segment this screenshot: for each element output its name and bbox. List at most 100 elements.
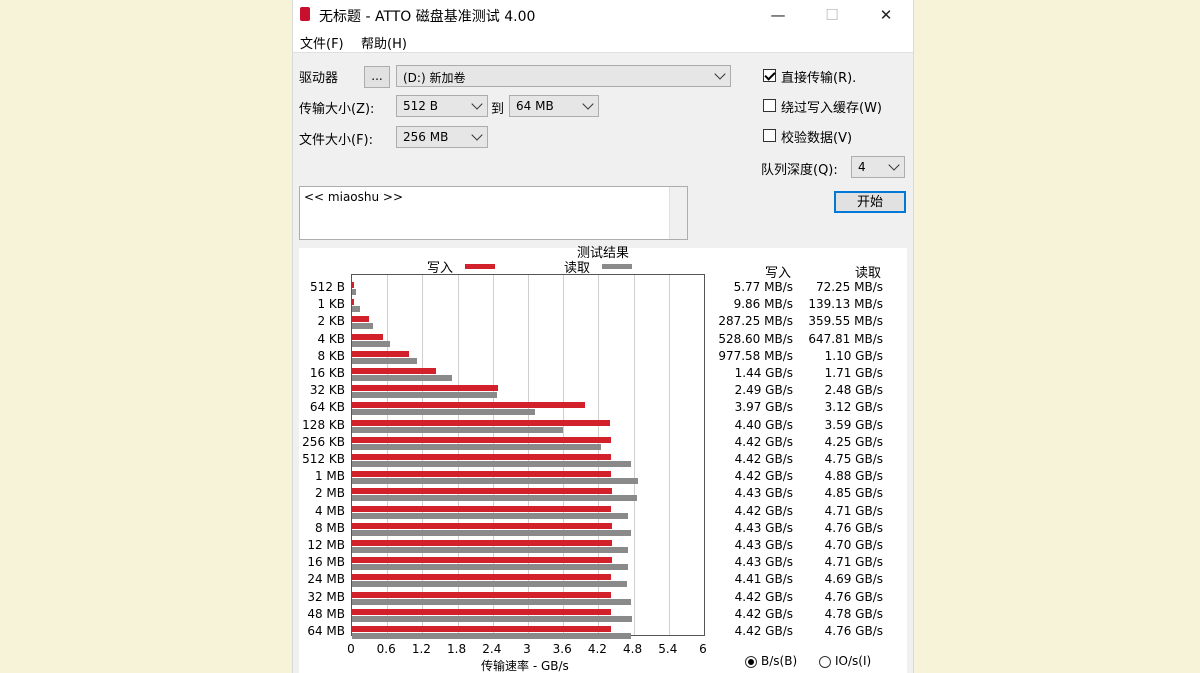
read-value: 4.75 GB/s — [824, 452, 883, 466]
write-bar — [352, 316, 369, 323]
drive-select[interactable]: (D:) 新加卷 — [396, 65, 731, 87]
drive-label: 驱动器 — [299, 71, 339, 86]
direct-io-checkbox[interactable] — [763, 69, 776, 82]
read-value: 4.76 GB/s — [824, 624, 883, 638]
minimize-button[interactable]: — — [763, 4, 793, 26]
menu-help[interactable]: 帮助(H) — [361, 33, 407, 52]
row-size-label: 2 KB — [317, 314, 345, 329]
row-size-label: 48 MB — [307, 606, 345, 621]
read-bar — [352, 289, 357, 295]
x-tick-label: 4.2 — [587, 642, 607, 656]
units-io-radio[interactable] — [819, 656, 831, 668]
write-value: 977.58 MB/s — [718, 348, 793, 363]
description-scrollbar[interactable] — [669, 187, 687, 239]
read-value: 4.70 GB/s — [824, 538, 883, 552]
read-bar — [352, 547, 628, 553]
read-value: 139.13 MB/s — [808, 297, 883, 312]
chevron-down-icon — [471, 98, 483, 110]
window-title: 无标题 - ATTO 磁盘基准测试 4.00 — [319, 9, 536, 25]
read-value: 4.88 GB/s — [824, 469, 883, 484]
menu-file[interactable]: 文件(F) — [300, 33, 344, 52]
read-bar — [352, 443, 602, 450]
read-value: 2.48 GB/s — [824, 383, 883, 398]
read-value: 4.71 GB/s — [824, 555, 883, 570]
row-size-label: 4 KB — [317, 331, 345, 346]
file-size-label: 文件大小(F): — [299, 133, 374, 148]
row-size-label: 32 MB — [307, 589, 345, 604]
x-tick-label: 6 — [699, 642, 707, 656]
x-tick-label: 2.4 — [482, 642, 502, 656]
bypass-cache-checkbox[interactable] — [763, 99, 776, 112]
bypass-cache-label: 绕过写入缓存(W) — [781, 101, 882, 116]
write-value: 5.77 MB/s — [733, 280, 793, 294]
to-label: 到 — [491, 102, 505, 117]
gridline — [633, 275, 635, 635]
write-value: 4.43 GB/s — [734, 555, 793, 570]
transfer-size-label: 传输大小(Z): — [299, 102, 375, 117]
write-value: 4.41 GB/s — [734, 572, 793, 587]
transfer-to-value: 64 MB — [516, 99, 554, 113]
units-bytes-radio[interactable] — [745, 656, 757, 668]
column-header-write: 写入 — [765, 266, 792, 281]
write-value: 4.42 GB/s — [734, 589, 793, 604]
x-tick-label: 0.6 — [376, 642, 396, 656]
queue-depth-select[interactable]: 4 — [851, 156, 905, 178]
maximize-button[interactable]: ☐ — [817, 4, 847, 26]
description-field[interactable]: << miaoshu >> — [299, 186, 688, 240]
write-bar — [352, 471, 612, 478]
write-value: 287.25 MB/s — [718, 314, 793, 329]
transfer-from-select[interactable]: 512 B — [396, 95, 488, 117]
read-value: 4.71 GB/s — [824, 503, 883, 518]
x-tick-label: 4.8 — [623, 642, 643, 656]
row-size-label: 8 KB — [317, 348, 345, 363]
write-bar — [352, 608, 612, 615]
write-value: 4.42 GB/s — [734, 606, 793, 621]
write-bar — [352, 402, 585, 409]
write-value: 1.44 GB/s — [734, 366, 793, 380]
transfer-to-select[interactable]: 64 MB — [509, 95, 599, 117]
verify-data-checkbox[interactable] — [763, 129, 776, 142]
x-tick-label: 1.2 — [411, 642, 431, 656]
write-bar — [352, 350, 410, 357]
row-size-label: 1 MB — [314, 469, 345, 484]
close-button[interactable]: ✕ — [871, 4, 901, 26]
read-bar — [352, 375, 453, 381]
read-value: 3.12 GB/s — [824, 400, 883, 415]
bar-chart — [351, 274, 705, 639]
read-bar — [352, 323, 374, 330]
read-value: 4.69 GB/s — [824, 572, 883, 587]
row-size-label: 4 MB — [314, 503, 345, 518]
row-size-label: 16 KB — [309, 366, 345, 380]
row-size-label: 128 KB — [302, 417, 345, 432]
row-size-label: 12 MB — [307, 538, 345, 552]
start-button[interactable]: 开始 — [834, 191, 906, 213]
queue-depth-value: 4 — [858, 160, 866, 174]
write-value: 2.49 GB/s — [734, 383, 793, 398]
read-bar — [352, 615, 633, 622]
browse-button[interactable]: ... — [364, 66, 390, 88]
read-value: 4.85 GB/s — [824, 486, 883, 501]
write-bar — [352, 540, 612, 546]
read-bar — [352, 512, 629, 519]
read-bar — [352, 478, 639, 485]
chevron-down-icon — [714, 68, 726, 80]
description-text: << miaoshu >> — [304, 190, 404, 204]
queue-depth-label: 队列深度(Q): — [761, 163, 838, 178]
row-size-label: 64 MB — [307, 624, 345, 638]
write-value: 9.86 MB/s — [733, 297, 793, 312]
read-value: 1.10 GB/s — [824, 348, 883, 363]
gridline — [668, 275, 670, 635]
read-bar — [352, 409, 536, 416]
read-value: 647.81 MB/s — [808, 331, 883, 346]
read-value: 72.25 MB/s — [815, 280, 883, 294]
title-bar: 无标题 - ATTO 磁盘基准测试 4.00 — ☐ ✕ — [293, 0, 913, 30]
write-value: 4.42 GB/s — [734, 469, 793, 484]
write-bar — [352, 574, 611, 581]
legend-write-swatch — [465, 264, 495, 269]
write-bar — [352, 419, 611, 426]
read-bar — [352, 529, 632, 536]
x-tick-label: 3.6 — [552, 642, 572, 656]
read-bar — [352, 495, 637, 502]
file-size-select[interactable]: 256 MB — [396, 126, 488, 148]
chevron-down-icon — [471, 129, 483, 141]
